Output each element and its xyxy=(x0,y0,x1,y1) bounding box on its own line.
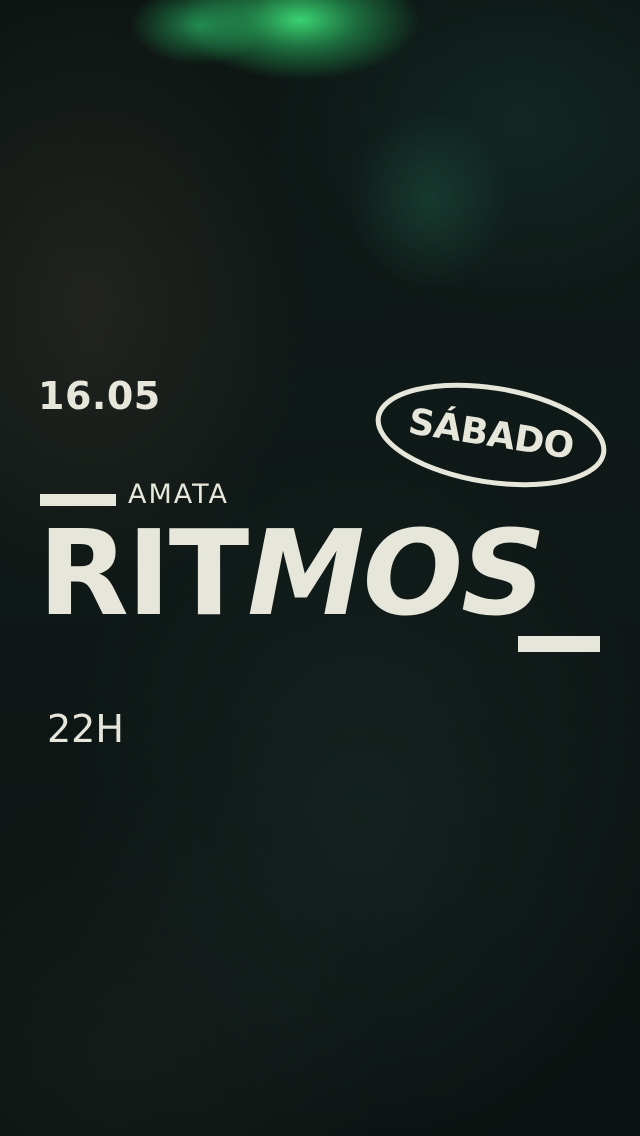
event-day: SÁBADO xyxy=(405,401,577,468)
brand-bar-right xyxy=(518,636,600,652)
event-title-regular: RIT xyxy=(38,504,249,642)
event-title-italic: MOS xyxy=(247,504,546,642)
event-date: 16.05 xyxy=(38,374,161,418)
story-background: 16.05 SÁBADO AMATA RITMOS 22H xyxy=(0,0,640,1136)
day-badge: SÁBADO xyxy=(365,364,617,506)
event-time: 22H xyxy=(47,707,124,751)
event-title: RITMOS xyxy=(38,514,546,632)
